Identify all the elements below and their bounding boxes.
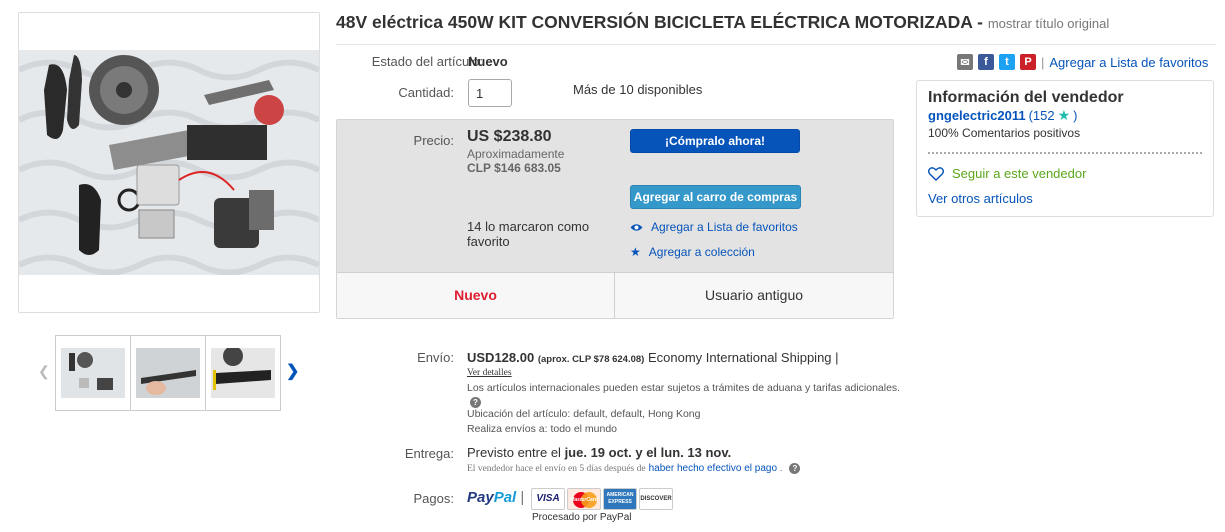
seller-heading: Información del vendedor — [928, 89, 1124, 106]
shipping-price: USD128.00 — [467, 350, 535, 365]
feedback-star-icon: ★ — [1057, 107, 1071, 123]
badge-established-seller: Usuario antiguo — [704, 287, 804, 303]
handling-note-suffix: . — [780, 463, 783, 474]
chevron-right-icon[interactable]: ❯ — [286, 361, 299, 381]
price-approx-label: Aproximadamente — [467, 147, 565, 161]
processed-by-paypal: Procesado por PayPal — [532, 512, 632, 523]
share-bar: ✉ f t P | Agregar a Lista de favoritos — [957, 54, 1208, 70]
card-logos: VISA MasterCard AMERICAN EXPRESS DISCOVE… — [531, 488, 673, 510]
heart-icon — [928, 166, 944, 181]
availability-text: Más de 10 disponibles — [573, 82, 703, 97]
item-title: 48V eléctrica 450W KIT CONVERSIÓN BICICL… — [336, 12, 1109, 33]
paypal-separator: | — [520, 489, 525, 506]
seller-divider — [928, 152, 1202, 154]
facebook-icon[interactable]: f — [978, 54, 994, 70]
quantity-label: Cantidad: — [398, 85, 454, 100]
twitter-icon[interactable]: t — [999, 54, 1015, 70]
badge-new: Nuevo — [454, 287, 497, 303]
item-title-text: 48V eléctrica 450W KIT CONVERSIÓN BICICL… — [336, 12, 983, 32]
shipping-label: Envío: — [417, 350, 454, 365]
follow-seller-link[interactable]: Seguir a este vendedor — [952, 166, 1086, 181]
amex-card-logo: AMERICAN EXPRESS — [603, 488, 637, 510]
thumbnail-3[interactable] — [205, 335, 281, 411]
other-items-link[interactable]: Ver otros artículos — [928, 191, 1033, 206]
shipping-line: USD128.00 (aprox. CLP $78 624.08) Econom… — [467, 350, 839, 365]
quantity-input[interactable] — [468, 79, 512, 107]
main-product-image-frame[interactable] — [18, 12, 320, 313]
title-divider — [336, 44, 1216, 45]
handling-note-link[interactable]: haber hecho efectivo el pago — [649, 463, 777, 474]
thumbnail-image — [136, 348, 200, 398]
delivery-estimate: Previsto entre el jue. 19 oct. y el lun.… — [467, 445, 731, 460]
follow-seller-action[interactable]: Seguir a este vendedor — [928, 166, 1086, 181]
watchers-count: 14 lo marcaron como favorito — [467, 219, 590, 249]
add-to-cart-button[interactable]: Agregar al carro de compras — [630, 185, 801, 209]
star-icon: ★ — [630, 245, 641, 259]
condition-label: Estado del artículo: — [371, 54, 483, 69]
paypal-logo-pay: Pay — [467, 489, 494, 506]
help-icon[interactable]: ? — [470, 397, 481, 408]
seller-feedback: 100% Comentarios positivos — [928, 126, 1081, 140]
price-amount: US $238.80 — [467, 128, 552, 145]
condition-value: Nuevo — [468, 54, 508, 69]
feedback-score-link[interactable]: (152 — [1029, 108, 1055, 123]
mastercard-logo: MasterCard — [567, 488, 601, 510]
buy-now-button[interactable]: ¡Cómpralo ahora! — [630, 129, 800, 153]
visa-card-logo: VISA — [531, 488, 565, 510]
main-product-image[interactable] — [19, 50, 319, 275]
eye-icon — [630, 223, 643, 231]
share-separator: | — [1041, 54, 1045, 70]
discover-card-logo: DISCOVER — [639, 488, 673, 510]
seller-name-link[interactable]: gngelectric2011 — [928, 108, 1026, 123]
pinterest-icon[interactable]: P — [1020, 54, 1036, 70]
handling-note-text: El vendedor hace el envío en 5 días desp… — [467, 463, 646, 474]
item-location: Ubicación del artículo: default, default… — [467, 408, 701, 420]
payments-label: Pagos: — [413, 491, 454, 506]
shipping-service: Economy International Shipping | — [647, 350, 839, 365]
paypal-logo-pal: Pal — [493, 489, 517, 506]
email-icon[interactable]: ✉ — [957, 54, 973, 70]
add-watchlist-link[interactable]: Agregar a Lista de favoritos — [651, 220, 798, 234]
delivery-dates: jue. 19 oct. y el lun. 13 nov. — [564, 445, 732, 460]
customs-note: Los artículos internacionales pueden est… — [467, 382, 901, 394]
price-approx-value: CLP $146 683.05 — [467, 161, 561, 175]
delivery-label: Entrega: — [404, 446, 454, 461]
help-icon[interactable]: ? — [789, 463, 801, 474]
feedback-score-close: ) — [1073, 108, 1078, 123]
chevron-left-icon[interactable]: ❮ — [38, 363, 50, 380]
add-collection-action[interactable]: ★ Agregar a colección — [630, 245, 755, 259]
show-original-title-link[interactable]: mostrar título original — [988, 16, 1109, 31]
thumbnail-image — [211, 348, 275, 398]
thumbnail-image — [61, 348, 125, 398]
thumbnail-1[interactable] — [55, 335, 131, 411]
paypal-logo: PayPal | — [467, 489, 524, 506]
seller-identity: gngelectric2011 (152 ★ ) — [928, 107, 1078, 124]
thumbnail-2[interactable] — [130, 335, 206, 411]
handling-note: El vendedor hace el envío en 5 días desp… — [467, 463, 801, 474]
price-label: Precio: — [413, 133, 454, 148]
delivery-prefix: Previsto entre el — [467, 445, 561, 460]
add-collection-link[interactable]: Agregar a colección — [649, 245, 755, 259]
shipping-approx: (aprox. CLP $78 624.08) — [537, 354, 645, 365]
ships-to: Realiza envíos a: todo el mundo — [467, 423, 618, 435]
mastercard-logo-text: MasterCard — [570, 497, 598, 503]
shipping-details-link[interactable]: Ver detalles — [467, 368, 512, 378]
add-watchlist-action[interactable]: Agregar a Lista de favoritos — [630, 220, 798, 234]
watchlist-link[interactable]: Agregar a Lista de favoritos — [1049, 55, 1208, 70]
